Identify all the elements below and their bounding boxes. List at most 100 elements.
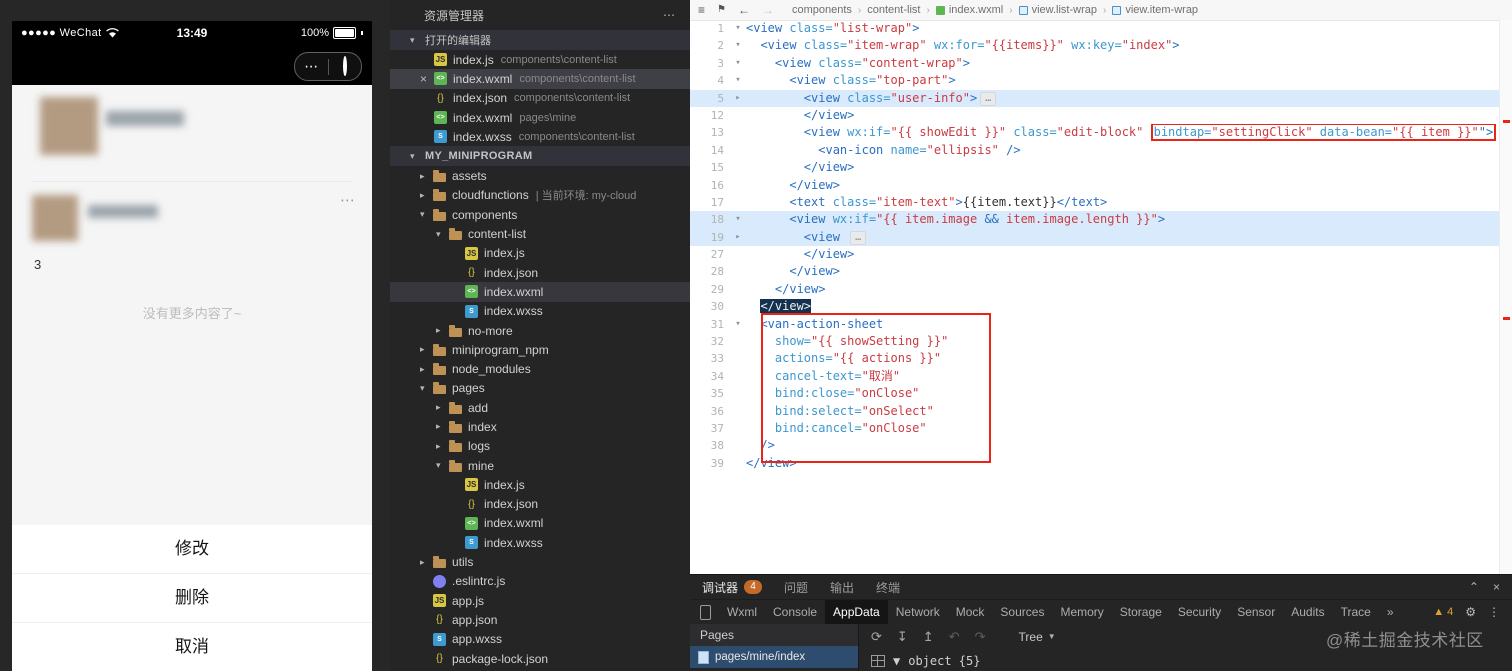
collapse-all-icon[interactable]: ↧ — [897, 629, 908, 645]
devtools-tab-Mock[interactable]: Mock — [948, 600, 993, 624]
redo-icon[interactable]: ↷ — [975, 629, 986, 645]
code-line[interactable]: 12 </view> — [690, 107, 1500, 124]
open-editors-section-header[interactable]: ▾ 打开的编辑器 — [390, 30, 690, 50]
kebab-icon[interactable]: ⋮ — [1488, 605, 1500, 619]
breadcrumb-item[interactable]: components — [792, 4, 852, 16]
code-line[interactable]: 14 <van-icon name="ellipsis" /> — [690, 142, 1500, 159]
devtools-tab-Trace[interactable]: Trace — [1333, 600, 1379, 624]
tree-item[interactable]: {} app.json — [390, 610, 690, 629]
action-sheet-option-2[interactable]: 删除 — [12, 573, 372, 622]
fold-down-icon[interactable]: ▾ — [730, 316, 746, 333]
tab-overflow-icon[interactable]: » — [1379, 600, 1402, 624]
page-item-selected[interactable]: pages/mine/index — [690, 646, 858, 668]
code-line[interactable]: 35 bind:close="onClose" — [690, 385, 1500, 402]
code-line[interactable]: 1 ▾ <view class="list-wrap"> — [690, 20, 1500, 37]
tree-item[interactable]: JS app.js — [390, 591, 690, 610]
project-section-header[interactable]: ▾ MY_MINIPROGRAM — [390, 146, 690, 167]
tree-item[interactable]: ▾ content-list — [390, 224, 690, 243]
warning-indicator[interactable]: ▲ 4 — [1433, 606, 1453, 618]
appdata-object-row[interactable]: ▼ object {5} — [859, 649, 1512, 671]
undo-icon[interactable]: ↶ — [949, 629, 960, 645]
device-icon[interactable] — [700, 604, 711, 620]
chevron-down-icon[interactable]: ▾ — [436, 229, 449, 240]
refresh-icon[interactable]: ⟳ — [871, 629, 882, 645]
devtools-tab-Network[interactable]: Network — [888, 600, 948, 624]
action-sheet-option-3[interactable]: 取消 — [12, 622, 372, 671]
code-line[interactable]: 15 </view> — [690, 159, 1500, 176]
code-line[interactable]: 19 ▸ <view … — [690, 228, 1500, 247]
list-icon[interactable]: ≡ — [698, 4, 705, 16]
code-line[interactable]: 29 </view> — [690, 281, 1500, 298]
bookmark-icon[interactable]: ⚑ — [717, 5, 726, 15]
chevron-right-icon[interactable]: ▸ — [436, 421, 449, 432]
tree-item[interactable]: .eslintrc.js — [390, 572, 690, 591]
devtools-tab-Audits[interactable]: Audits — [1283, 600, 1332, 624]
post-more-button[interactable]: ⋯ — [340, 191, 356, 209]
devtools-tab-Memory[interactable]: Memory — [1052, 600, 1111, 624]
forward-icon[interactable]: → — [762, 4, 774, 16]
fold-down-icon[interactable]: ▾ — [730, 20, 746, 37]
code-line[interactable]: 39 </view> — [690, 455, 1500, 472]
devtools-tab-AppData[interactable]: AppData — [825, 600, 888, 624]
devtools-tab-Console[interactable]: Console — [765, 600, 825, 624]
chevron-right-icon[interactable]: ▸ — [436, 402, 449, 413]
code-line[interactable]: 34 cancel-text="取消" — [690, 368, 1500, 385]
chevron-right-icon[interactable]: ▸ — [436, 441, 449, 452]
tree-item[interactable]: ▾ components — [390, 205, 690, 224]
open-editor-item[interactable]: JS index.js components\content-list — [390, 50, 690, 69]
panel-tab-问题[interactable]: 问题 — [784, 579, 808, 596]
tree-item[interactable]: {} index.json — [390, 495, 690, 514]
chevron-right-icon[interactable]: ▸ — [420, 171, 433, 182]
open-editor-item[interactable]: <> index.wxml pages\mine — [390, 108, 690, 127]
post-thumbnail-1[interactable] — [40, 97, 98, 155]
code-line[interactable]: 38 /> — [690, 437, 1500, 454]
chevron-right-icon[interactable]: ▸ — [420, 344, 433, 355]
code-line[interactable]: 5 ▸ <view class="user-info">… — [690, 89, 1500, 107]
code-line[interactable]: 28 </view> — [690, 263, 1500, 280]
fold-down-icon[interactable]: ▾ — [730, 55, 746, 72]
action-sheet-option-1[interactable]: 修改 — [12, 525, 372, 573]
tree-item[interactable]: Sapp.wxss — [390, 630, 690, 649]
chevron-up-icon[interactable]: ⌃ — [1469, 580, 1479, 594]
chevron-right-icon[interactable]: ▸ — [436, 325, 449, 336]
fold-down-icon[interactable]: ▾ — [730, 37, 746, 54]
close-home-button[interactable] — [329, 54, 362, 79]
tree-item[interactable]: ▸ assets — [390, 166, 690, 185]
folded-region[interactable]: … — [850, 230, 867, 245]
fold-down-icon[interactable]: ▾ — [730, 72, 746, 89]
devtools-tab-Wxml[interactable]: Wxml — [719, 600, 765, 624]
devtools-tab-Storage[interactable]: Storage — [1112, 600, 1170, 624]
code-line[interactable]: 2 ▾ <view class="item-wrap" wx:for="{{ite… — [690, 37, 1500, 54]
fold-right-icon[interactable]: ▸ — [730, 229, 746, 246]
chevron-right-icon[interactable]: ▸ — [420, 190, 433, 201]
tree-item[interactable]: ▸ add — [390, 398, 690, 417]
tree-item[interactable]: ▸ logs — [390, 437, 690, 456]
code-line[interactable]: 36 bind:select="onSelect" — [690, 403, 1500, 420]
open-editor-item[interactable]: {} index.json components\content-list — [390, 89, 690, 108]
expand-all-icon[interactable]: ↥ — [923, 629, 934, 645]
tree-item[interactable]: ▸ no-more — [390, 321, 690, 340]
gear-icon[interactable]: ⚙ — [1465, 605, 1476, 619]
close-icon[interactable]: × — [417, 72, 430, 86]
chevron-right-icon[interactable]: ▸ — [420, 364, 433, 375]
code-line[interactable]: 37 bind:cancel="onClose" — [690, 420, 1500, 437]
code-area[interactable]: 1 ▾ <view class="list-wrap"> 2 ▾ <view class… — [690, 20, 1500, 575]
code-line[interactable]: 30 </view> — [690, 298, 1500, 315]
post-text-2[interactable] — [88, 205, 158, 218]
tree-item[interactable]: ▸ utils — [390, 552, 690, 571]
more-button[interactable]: ⋯ — [295, 54, 328, 79]
breadcrumb-item[interactable]: index.wxml — [935, 4, 1003, 16]
code-line[interactable]: 33 actions="{{ actions }}" — [690, 350, 1500, 367]
post-text-1[interactable] — [106, 111, 184, 126]
code-line[interactable]: 32 show="{{ showSetting }}" — [690, 333, 1500, 350]
post-thumbnail-2[interactable] — [32, 195, 78, 241]
back-icon[interactable]: ← — [738, 4, 750, 16]
tree-item[interactable]: <> index.wxml — [390, 282, 690, 302]
tree-item[interactable]: JS index.js — [390, 244, 690, 263]
breadcrumb-item[interactable]: view.item-wrap — [1112, 4, 1198, 16]
tree-item[interactable]: Sindex.wxss — [390, 302, 690, 321]
code-line[interactable]: 4 ▾ <view class="top-part"> — [690, 72, 1500, 89]
code-line[interactable]: 3 ▾ <view class="content-wrap"> — [690, 55, 1500, 72]
fold-right-icon[interactable]: ▸ — [730, 90, 746, 107]
tree-item[interactable]: ▸ index — [390, 417, 690, 436]
